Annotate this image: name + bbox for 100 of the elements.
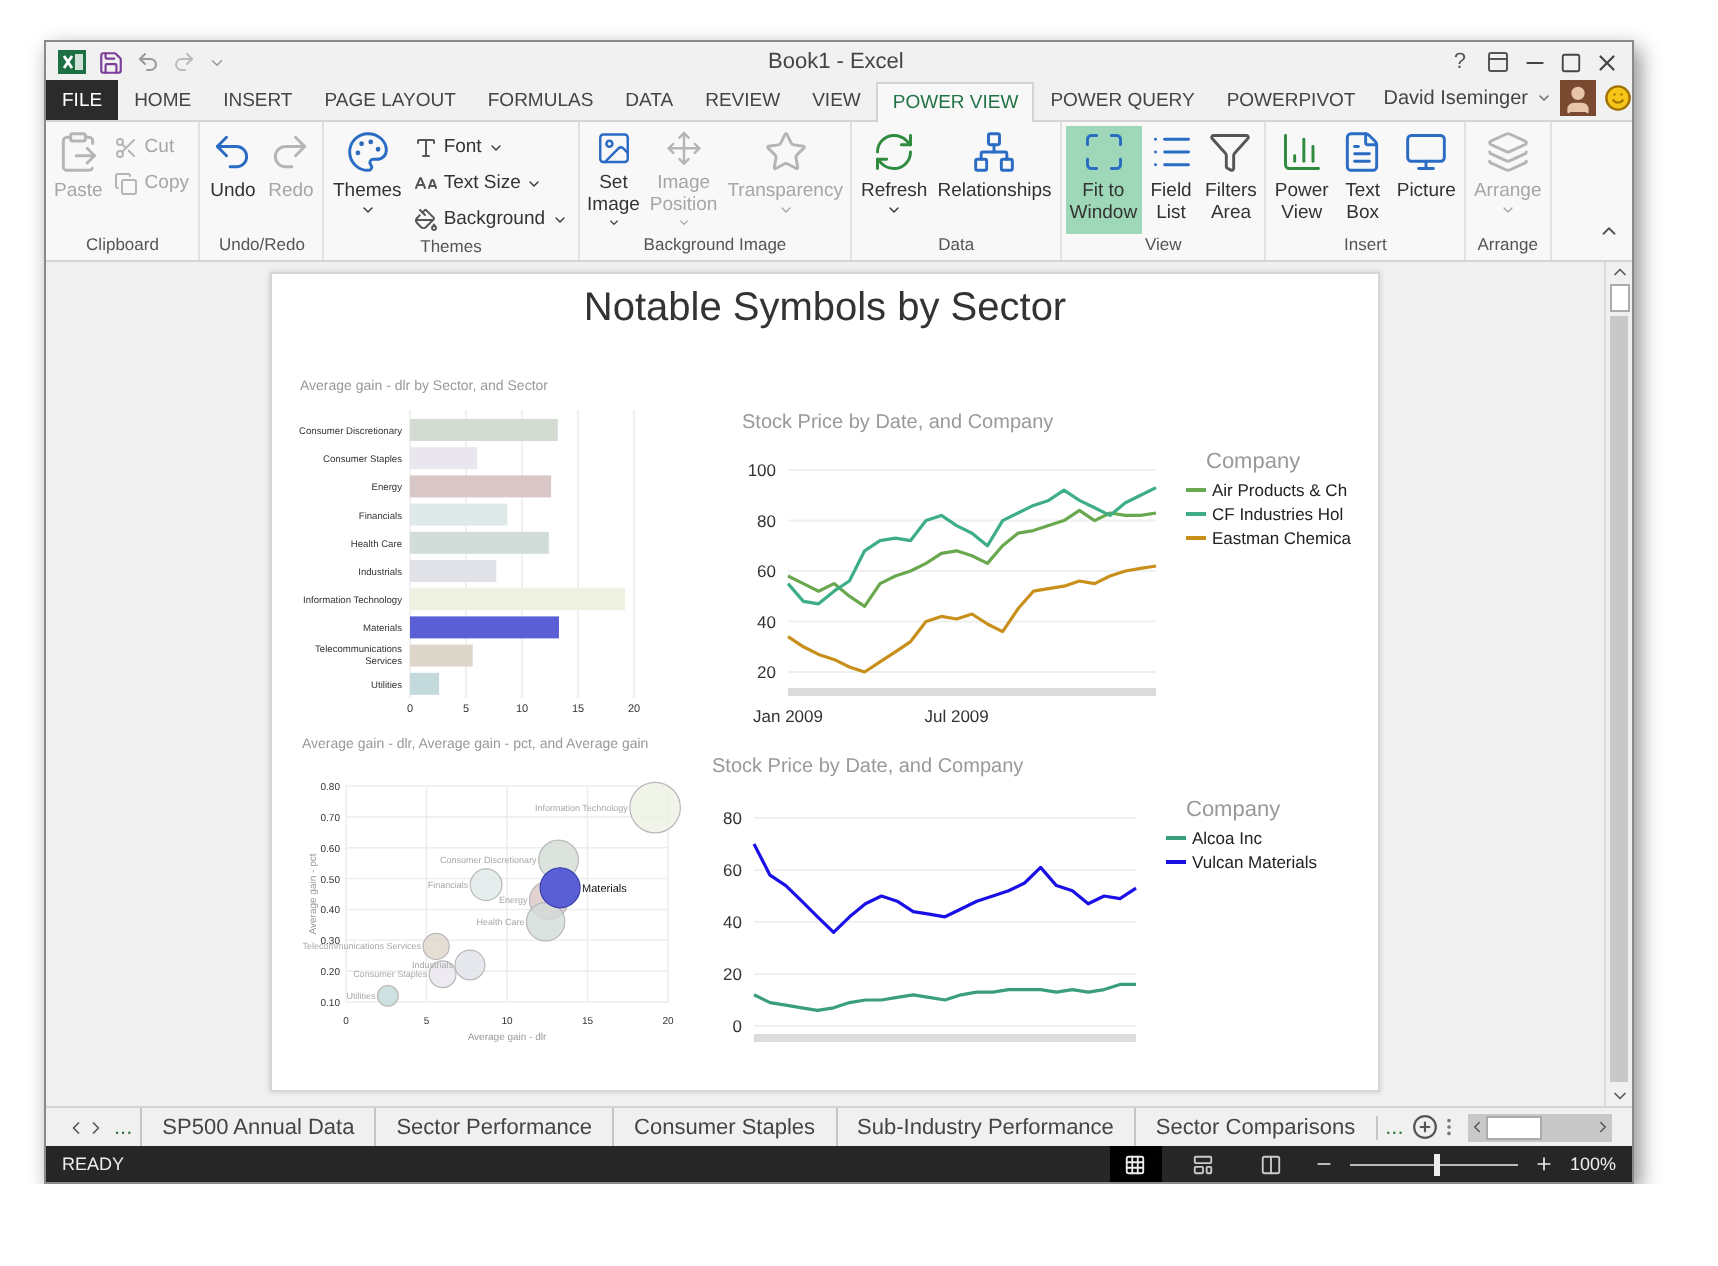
status-text: READY bbox=[62, 1154, 127, 1174]
power-view-button[interactable]: Power View bbox=[1270, 126, 1333, 234]
ribbon-display-icon[interactable] bbox=[1486, 50, 1510, 74]
themes-button[interactable]: Themes bbox=[328, 126, 406, 234]
relationships-button[interactable]: Relationships bbox=[933, 126, 1056, 234]
ribbon-tab[interactable]: PAGE LAYOUT bbox=[308, 80, 472, 120]
group-label: Insert bbox=[1342, 234, 1389, 258]
add-sheet-icon[interactable] bbox=[1411, 1114, 1438, 1140]
sheet-overflow-button[interactable]: ... bbox=[106, 1115, 141, 1139]
ribbon-tab[interactable]: DATA bbox=[609, 80, 690, 120]
legend-label: Vulcan Materials bbox=[1192, 852, 1318, 872]
caret-icon bbox=[359, 202, 376, 218]
timeline-scrollbar[interactable] bbox=[788, 688, 1156, 696]
caret-icon bbox=[777, 202, 794, 218]
legend-label: CF Industries Hol bbox=[1212, 504, 1344, 524]
filter-icon bbox=[1208, 130, 1253, 174]
ribbon-tab[interactable]: POWER VIEW bbox=[876, 82, 1035, 122]
avatar bbox=[1560, 80, 1596, 116]
field-list-button[interactable]: Field List bbox=[1143, 126, 1200, 234]
ribbon-tab[interactable]: POWER QUERY bbox=[1034, 80, 1211, 120]
axis-label: 40 bbox=[723, 912, 742, 932]
horizontal-scrollbar[interactable] bbox=[1467, 1113, 1612, 1141]
text-size-icon bbox=[413, 171, 438, 195]
file-tab[interactable]: FILE bbox=[46, 80, 119, 120]
network-icon bbox=[972, 130, 1017, 174]
type-icon bbox=[413, 135, 438, 159]
columns-icon bbox=[1260, 1153, 1283, 1175]
ribbon-tab[interactable]: REVIEW bbox=[689, 80, 797, 120]
palette-icon bbox=[345, 130, 390, 174]
axis-label: 100 bbox=[747, 460, 776, 480]
group-label: Background Image bbox=[641, 234, 789, 258]
legend-title: Company bbox=[1206, 450, 1301, 474]
layout-icon bbox=[1192, 1153, 1215, 1175]
zoom-thumb[interactable] bbox=[1433, 1153, 1440, 1175]
window-title: Book1 - Excel bbox=[766, 50, 906, 74]
zoom-reading: 100% bbox=[1569, 1154, 1616, 1174]
font-button[interactable]: Font bbox=[407, 130, 574, 164]
axis-label: 0 bbox=[732, 1016, 742, 1036]
axis-label: Jan 2009 bbox=[753, 706, 823, 724]
maximize-icon[interactable] bbox=[1560, 51, 1582, 73]
picture-button[interactable]: Picture bbox=[1392, 126, 1460, 234]
legend-label: Alcoa Inc bbox=[1192, 828, 1262, 848]
sheet-overflow-button[interactable]: ... bbox=[1375, 1115, 1412, 1139]
scissors-icon bbox=[114, 135, 139, 159]
chart-title: Stock Price by Date, and Company bbox=[712, 756, 1024, 778]
close-icon[interactable] bbox=[1594, 49, 1620, 75]
caret-icon bbox=[675, 216, 692, 230]
caret-icon bbox=[886, 202, 903, 218]
grid-icon bbox=[1124, 1153, 1147, 1175]
ribbon-tab[interactable]: FORMULAS bbox=[471, 80, 610, 120]
group-label: Arrange bbox=[1475, 234, 1540, 258]
spreadsheet-app-icon bbox=[58, 48, 86, 76]
filters-area-button[interactable]: Filters Area bbox=[1201, 126, 1261, 234]
undo-button[interactable]: Undo bbox=[204, 126, 261, 234]
report-title: Notable Symbols by Sector bbox=[581, 286, 1069, 334]
smiley-icon[interactable] bbox=[1604, 84, 1632, 112]
group-label: Themes bbox=[418, 236, 484, 260]
caret-icon[interactable] bbox=[1536, 90, 1552, 106]
legend-label: Eastman Chemica bbox=[1212, 528, 1351, 548]
text-size-button[interactable]: Text Size bbox=[407, 166, 574, 200]
axis-label: Jul 2009 bbox=[924, 706, 989, 724]
save-icon[interactable] bbox=[98, 49, 124, 75]
zoom-in-icon[interactable] bbox=[1533, 1154, 1554, 1174]
maximize-icon bbox=[1081, 130, 1126, 174]
group-label: Clipboard bbox=[84, 234, 161, 258]
ribbon-tab[interactable]: HOME bbox=[118, 80, 208, 120]
group-label: Data bbox=[936, 234, 977, 258]
group-label: Undo/Redo bbox=[216, 234, 307, 258]
fit-to-window-button[interactable]: Fit to Window bbox=[1065, 126, 1142, 234]
legend-label: Air Products & Ch bbox=[1212, 480, 1348, 500]
caret-icon bbox=[605, 216, 622, 230]
clipboard-icon bbox=[56, 130, 101, 174]
help-button[interactable]: ? bbox=[1445, 50, 1474, 74]
star-icon bbox=[763, 130, 808, 174]
axis-label: 20 bbox=[723, 964, 742, 984]
ribbon-tab[interactable]: INSERT bbox=[207, 80, 309, 120]
bar-chart-icon bbox=[1279, 130, 1324, 174]
scroll-thumb[interactable] bbox=[1485, 1115, 1542, 1139]
caret-icon bbox=[1499, 202, 1516, 218]
refresh-button[interactable]: Refresh bbox=[856, 126, 932, 234]
copy-icon bbox=[114, 171, 139, 195]
background-button[interactable]: Background bbox=[407, 202, 574, 236]
group-label: View bbox=[1142, 234, 1184, 258]
refresh-icon bbox=[872, 130, 917, 174]
legend-title: Company bbox=[1186, 798, 1281, 822]
axis-label: 60 bbox=[723, 860, 742, 880]
layers-icon bbox=[1485, 130, 1530, 174]
axis-label: 60 bbox=[757, 561, 776, 581]
chart-title: Stock Price by Date, and Company bbox=[742, 412, 1054, 434]
set-image-button[interactable]: Set Image bbox=[583, 126, 644, 234]
timeline-scrollbar[interactable] bbox=[754, 1034, 1136, 1042]
normal-view-button[interactable] bbox=[1109, 1146, 1162, 1182]
ribbon-tab[interactable]: POWERPIVOT bbox=[1210, 80, 1372, 120]
axis-label: 80 bbox=[723, 808, 742, 828]
vertical-scrollbar[interactable] bbox=[1604, 262, 1632, 1106]
scroll-thumb[interactable] bbox=[1609, 284, 1629, 312]
ribbon-tab[interactable]: VIEW bbox=[796, 80, 877, 120]
text-box-button[interactable]: Text Box bbox=[1334, 126, 1391, 234]
account-name[interactable]: David Iseminger bbox=[1383, 87, 1528, 109]
axis-label: 20 bbox=[757, 662, 776, 682]
